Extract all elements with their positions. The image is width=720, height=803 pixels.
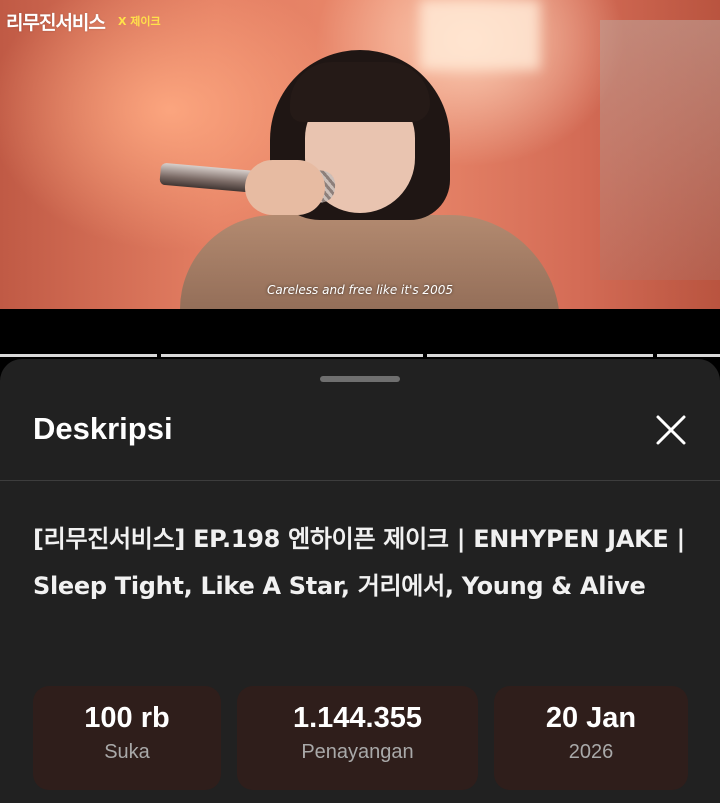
- singer-hand: [245, 160, 325, 215]
- close-button[interactable]: [648, 407, 694, 453]
- video-player[interactable]: 리무진서비스 X 제이크 Careless and free like it's…: [0, 0, 720, 309]
- video-caption: Careless and free like it's 2005: [267, 283, 453, 297]
- close-icon: [656, 415, 686, 445]
- chapter-segment[interactable]: [427, 354, 653, 357]
- chapter-progress-bar[interactable]: [0, 354, 720, 357]
- sheet-title: Deskripsi: [33, 411, 173, 446]
- singer-fringe: [290, 62, 430, 122]
- likes-stat: 100 rb Suka: [33, 686, 221, 790]
- channel-logo: 리무진서비스: [6, 12, 106, 34]
- chapter-segment[interactable]: [0, 354, 157, 357]
- drag-handle[interactable]: [320, 376, 400, 382]
- stage-light: [420, 0, 540, 70]
- video-letterbox: [0, 309, 720, 359]
- guest-tag: X 제이크: [118, 15, 161, 28]
- likes-label: Suka: [104, 741, 150, 763]
- description-sheet: Deskripsi [리무진서비스] EP.198 엔하이픈 제이크 | ENH…: [0, 359, 720, 803]
- stats-row: 100 rb Suka 1.144.355 Penayangan 20 Jan …: [33, 686, 688, 790]
- date-value: 20 Jan: [545, 702, 637, 734]
- views-value: 1.144.355: [292, 702, 422, 734]
- views-stat: 1.144.355 Penayangan: [237, 686, 478, 790]
- divider: [0, 480, 720, 481]
- date-year: 2026: [568, 741, 614, 763]
- chapter-segment[interactable]: [161, 354, 423, 357]
- views-label: Penayangan: [301, 741, 414, 763]
- date-stat: 20 Jan 2026: [494, 686, 688, 790]
- chapter-segment[interactable]: [657, 354, 720, 357]
- video-title: [리무진서비스] EP.198 엔하이픈 제이크 | ENHYPEN JAKE …: [33, 525, 686, 600]
- stage-backdrop: [600, 20, 720, 280]
- likes-value: 100 rb: [84, 702, 170, 734]
